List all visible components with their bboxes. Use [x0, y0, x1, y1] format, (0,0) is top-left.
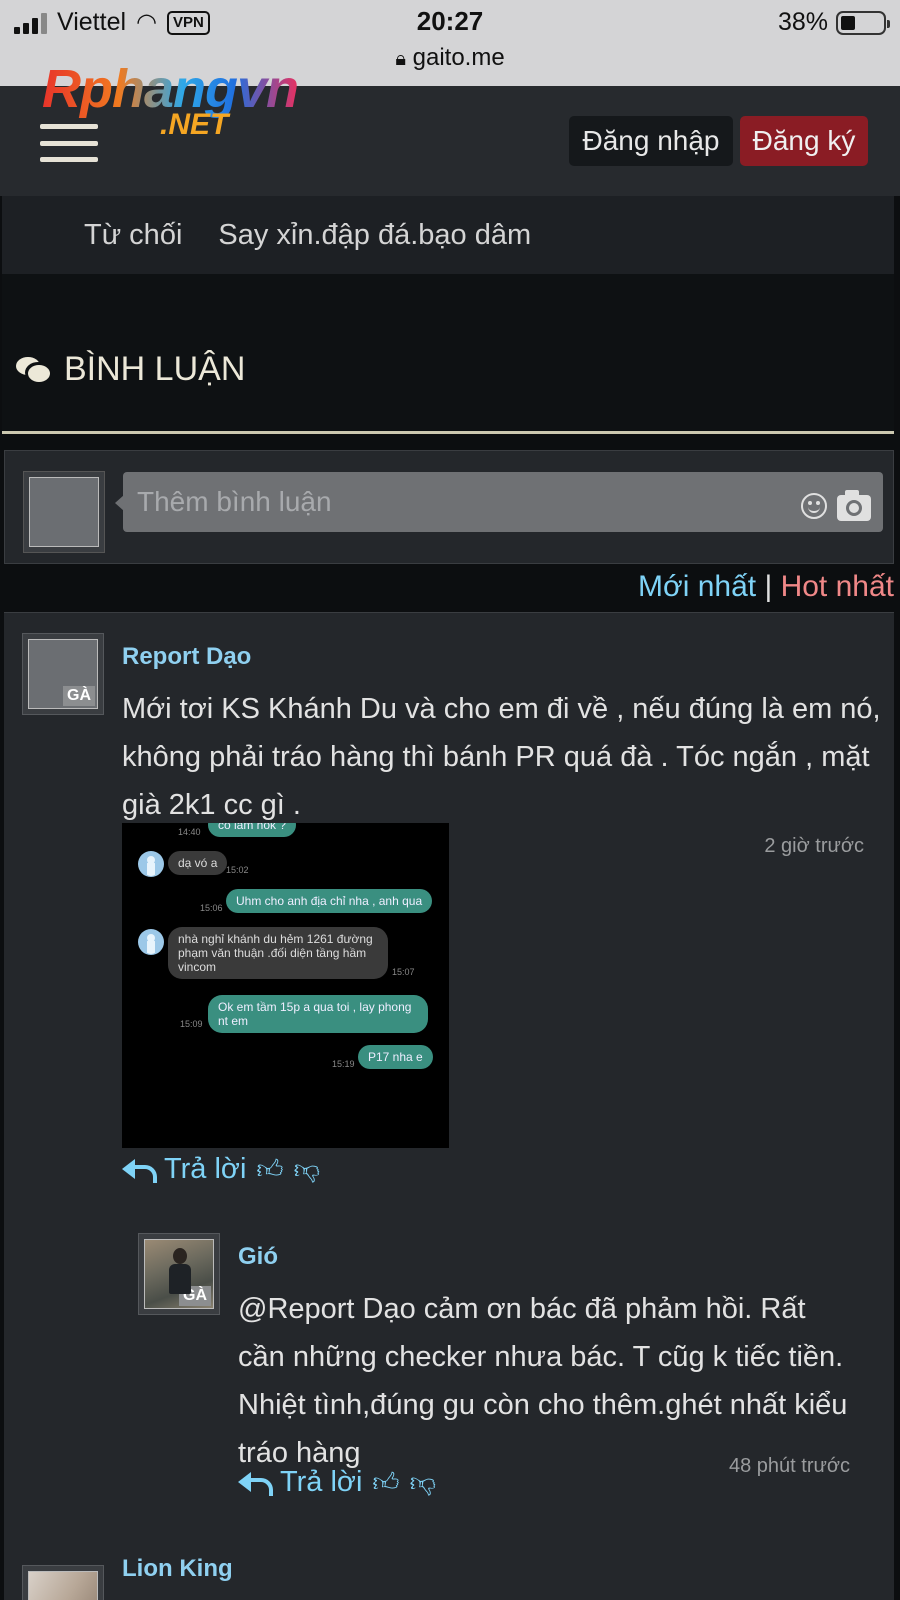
comments-icon: [16, 355, 52, 385]
reply-icon[interactable]: [122, 1157, 157, 1183]
battery-icon: [836, 10, 890, 35]
status-right: 38%: [777, 8, 890, 37]
comment-composer: [4, 450, 894, 564]
url-text: gaito.me: [412, 44, 505, 71]
comment-author[interactable]: Gió: [238, 1243, 278, 1271]
reply-icon[interactable]: [238, 1470, 273, 1496]
chat-bubble: P17 nha e: [358, 1045, 433, 1069]
like-icon[interactable]: 👍︎: [372, 1467, 399, 1498]
comment-author[interactable]: Lion King: [122, 1555, 233, 1583]
sort-newest-link[interactable]: Mới nhất: [638, 570, 756, 603]
chat-time: 14:40: [178, 827, 201, 837]
comments-title: BÌNH LUẬN: [16, 350, 245, 389]
camera-icon[interactable]: [837, 490, 871, 521]
emoji-icon[interactable]: [801, 493, 827, 519]
comment-actions: Trả lời 👍︎ 👎︎: [238, 1466, 436, 1499]
comment-time: 2 giờ trước: [764, 835, 864, 857]
comment-author[interactable]: Report Dạo: [122, 643, 251, 671]
reply-button[interactable]: Trả lời: [164, 1153, 246, 1186]
comment-time: 48 phút trước: [728, 1455, 850, 1477]
chat-time: 15:19: [332, 1059, 355, 1069]
rank-badge: GÀ: [179, 1286, 211, 1306]
refusal-row: Từ chối Say xỉn.đập đá.bạo dâm: [2, 196, 894, 274]
chat-avatar-icon: [138, 851, 164, 877]
menu-icon[interactable]: [40, 124, 98, 162]
login-button[interactable]: Đăng nhập: [569, 116, 733, 166]
dislike-icon[interactable]: 👎︎: [294, 1154, 320, 1185]
site-logo[interactable]: Rphangvn .NET: [42, 58, 299, 141]
avatar[interactable]: GÀ: [138, 1233, 220, 1315]
chat-bubble: nhà nghỉ khánh du hẻm 1261 đường phạm vă…: [168, 927, 388, 979]
chat-bubble: Uhm cho anh địa chỉ nha , anh qua: [226, 889, 433, 913]
clock: 20:27: [416, 6, 484, 36]
site-header: Rphangvn .NET Đăng nhập Đăng ký: [0, 59, 900, 196]
chat-avatar-icon: [138, 929, 164, 955]
chat-time: 15:02: [226, 865, 249, 875]
sort-hot-link[interactable]: Hot nhất: [781, 570, 894, 603]
comments-header: BÌNH LUẬN: [2, 274, 894, 434]
comment-actions: Trả lời 👍︎ 👎︎: [122, 1153, 320, 1186]
chat-time: 15:07: [392, 967, 415, 977]
battery-percent: 38%: [777, 8, 828, 36]
chat-bubble: Ok em tầm 15p a qua toi , lay phong nt e…: [208, 995, 428, 1033]
comment-input[interactable]: [123, 472, 883, 532]
refusal-value: Say xỉn.đập đá.bạo dâm: [218, 218, 532, 251]
comment-text: @Report Dạo cảm ơn bác đã phảm hồi. Rất …: [238, 1293, 848, 1469]
chat-time: 15:09: [180, 1019, 203, 1029]
sort-separator: |: [764, 570, 773, 603]
comments-list: GÀ Report Dạo Mới tơi KS Khánh Du và cho…: [4, 612, 894, 1600]
chat-bubble: co lam hok ?: [208, 823, 297, 837]
reply-button[interactable]: Trả lời: [280, 1466, 362, 1499]
register-button[interactable]: Đăng ký: [740, 116, 868, 166]
logo-sub-text: .NET: [160, 108, 229, 141]
chat-bubble: dạ vó a: [168, 851, 228, 875]
refusal-label: Từ chối: [84, 218, 183, 251]
avatar[interactable]: GÀ: [22, 633, 104, 715]
dislike-icon[interactable]: 👎︎: [410, 1467, 436, 1498]
rank-badge: GÀ: [63, 686, 95, 706]
avatar: [23, 471, 105, 553]
comment-sort: Mới nhất | Hot nhất: [638, 570, 894, 604]
like-icon[interactable]: 👍︎: [256, 1154, 283, 1185]
lock-icon: 🔒︎: [395, 48, 406, 70]
comments-title-text: BÌNH LUẬN: [64, 350, 246, 388]
attachment-image[interactable]: co lam hok ? 14:40 dạ vó a 15:02 Uhm cho…: [122, 823, 449, 1148]
chat-time: 15:06: [200, 903, 223, 913]
comment-text: Mới tơi KS Khánh Du và cho em đi về , nế…: [122, 693, 881, 821]
avatar[interactable]: [22, 1565, 104, 1600]
